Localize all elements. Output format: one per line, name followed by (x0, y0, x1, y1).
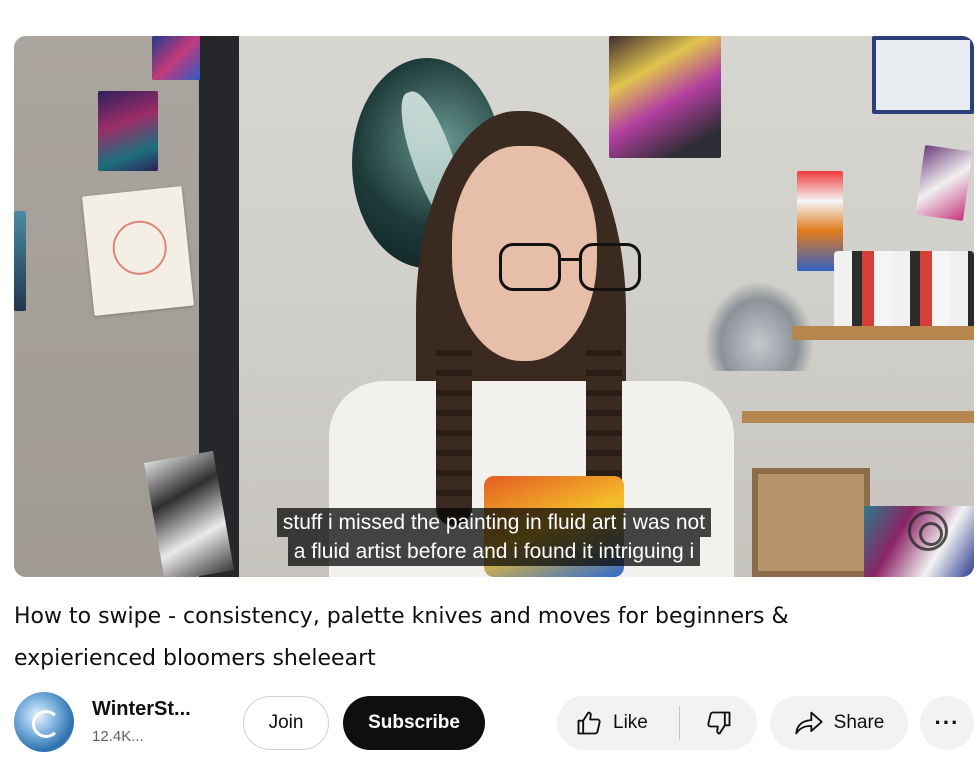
wall-painting (915, 145, 973, 221)
share-button[interactable]: Share (770, 696, 908, 750)
subscriber-count: 12.4K... (92, 728, 144, 745)
glasses (499, 243, 649, 293)
subscribe-button[interactable]: Subscribe (343, 696, 485, 750)
caption-line: stuff i missed the painting in fluid art… (276, 508, 712, 537)
presenter (324, 106, 744, 577)
thumbs-up-icon (575, 709, 603, 737)
video-title: How to swipe - consistency, palette kniv… (14, 604, 789, 671)
video-actions-row: WinterSt... 12.4K... Join Subscribe Like (14, 690, 974, 754)
share-arrow-icon (794, 710, 824, 736)
share-label: Share (833, 712, 885, 733)
join-label: Join (268, 712, 304, 733)
subscribe-label: Subscribe (368, 712, 460, 733)
channel-name[interactable]: WinterSt... (92, 698, 191, 721)
dislike-button[interactable] (680, 696, 757, 750)
child-drawing (82, 186, 194, 316)
framed-picture (872, 36, 974, 114)
join-button[interactable]: Join (243, 696, 329, 750)
more-actions-button[interactable]: ··· (920, 696, 974, 750)
like-button[interactable]: Like (557, 696, 679, 750)
paint-bottles (834, 251, 974, 331)
wall-painting (14, 211, 26, 311)
video-player[interactable]: stuff i missed the painting in fluid art… (14, 36, 974, 577)
captions: stuff i missed the painting in fluid art… (14, 508, 974, 566)
avatar-icon[interactable] (14, 692, 74, 752)
wall-painting (98, 91, 158, 171)
more-icon: ··· (934, 710, 960, 735)
like-dislike-group: Like (557, 696, 757, 750)
like-label: Like (613, 712, 648, 733)
caption-line: a fluid artist before and i found it int… (287, 537, 701, 566)
wall-painting (152, 36, 200, 80)
video-frame (14, 36, 974, 577)
thumbs-down-icon (705, 709, 733, 737)
